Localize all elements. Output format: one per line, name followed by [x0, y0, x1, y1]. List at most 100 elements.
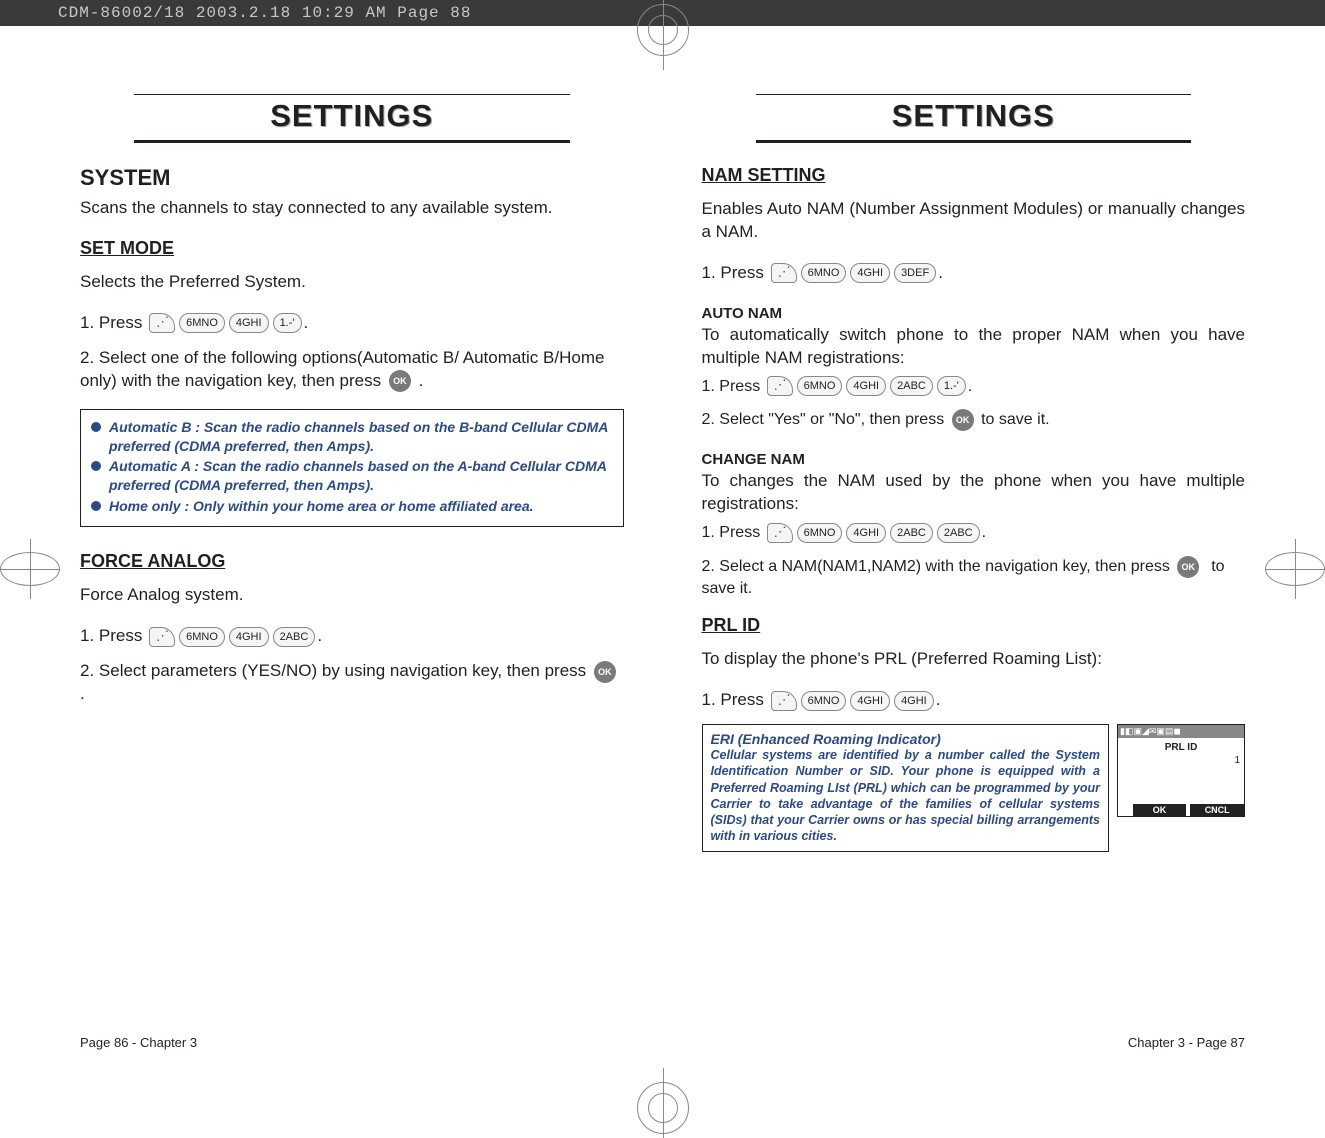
- force-step1: 1. Press 6MNO 4GHI 2ABC .: [80, 625, 624, 648]
- step-post: .: [968, 376, 972, 398]
- callout-label: Home only :: [109, 498, 189, 514]
- subheading-prl: PRL ID: [702, 615, 1246, 636]
- step-text: 2. Select a NAM(NAM1,NAM2) with the navi…: [702, 558, 1170, 575]
- screen-status-bar: ▮◧▣◢✉▣▤◼: [1118, 725, 1244, 738]
- menu-key-icon: [149, 313, 175, 333]
- softkey-gap: [1118, 804, 1129, 816]
- menu-key-icon: [149, 627, 175, 647]
- step-post: .: [317, 625, 322, 648]
- screen-title: PRL ID: [1122, 742, 1240, 753]
- subheading-force: FORCE ANALOG: [80, 551, 624, 572]
- softkey-cncl: CNCL: [1186, 804, 1244, 816]
- callout-label: Automatic B :: [109, 419, 200, 435]
- eri-body: Cellular systems are identified by a num…: [711, 747, 1101, 845]
- bullet-icon: [91, 501, 101, 511]
- page-right: SETTINGS NAM SETTING Enables Auto NAM (N…: [702, 90, 1246, 1050]
- prl-desc: To display the phone's PRL (Preferred Ro…: [702, 648, 1246, 671]
- key-1: 1.-': [273, 313, 302, 333]
- key-6: 6MNO: [797, 376, 843, 396]
- phone-screen-mock: ▮◧▣◢✉▣▤◼ PRL ID 1 OK CNCL: [1117, 724, 1245, 817]
- key-6: 6MNO: [801, 691, 847, 711]
- force-step2: 2. Select parameters (YES/NO) by using n…: [80, 660, 624, 706]
- key-4: 4GHI: [850, 691, 890, 711]
- screen-body: PRL ID 1: [1118, 738, 1244, 804]
- key-6: 6MNO: [179, 627, 225, 647]
- bullet-icon: [91, 422, 101, 432]
- prl-step1: 1. Press 6MNO 4GHI 4GHI .: [702, 689, 1246, 712]
- page-title-wrap: SETTINGS: [134, 98, 570, 143]
- step-post: .: [982, 522, 986, 544]
- key-1: 1.-': [937, 376, 966, 396]
- step-text: 2. Select parameters (YES/NO) by using n…: [80, 661, 586, 680]
- key-6: 6MNO: [801, 263, 847, 283]
- menu-key-icon: [767, 376, 793, 396]
- force-desc: Force Analog system.: [80, 584, 624, 607]
- key-2: 2ABC: [273, 627, 316, 647]
- key-4: 4GHI: [229, 313, 269, 333]
- key-4: 4GHI: [894, 691, 934, 711]
- step-post: .: [304, 312, 309, 335]
- ok-key-icon: OK: [594, 661, 616, 683]
- subheading-setmode: SET MODE: [80, 238, 624, 259]
- subheading-autonam: AUTO NAM: [702, 305, 1246, 322]
- step-text: 1. Press: [80, 625, 142, 648]
- page-title: SETTINGS: [756, 98, 1192, 134]
- setmode-step2: 2. Select one of the following options(A…: [80, 347, 624, 393]
- side-registration-right: [1265, 539, 1325, 599]
- callout-desc: Only within your home area or home affil…: [193, 498, 534, 514]
- screen-number: 1: [1122, 755, 1240, 766]
- section-heading-system: SYSTEM: [80, 165, 624, 191]
- changenam-step1: 1. Press 6MNO 4GHI 2ABC 2ABC .: [702, 522, 1246, 544]
- changenam-step2: 2. Select a NAM(NAM1,NAM2) with the navi…: [702, 556, 1246, 600]
- page-footer: Chapter 3 - Page 87: [702, 1035, 1246, 1050]
- callout-modes: Automatic B : Scan the radio channels ba…: [80, 409, 624, 527]
- key-4: 4GHI: [850, 263, 890, 283]
- ok-key-icon: OK: [1177, 556, 1199, 578]
- side-registration-left: [0, 539, 60, 599]
- eri-callout: ERI (Enhanced Roaming Indicator) Cellula…: [702, 724, 1110, 852]
- subheading-nam: NAM SETTING: [702, 165, 1246, 186]
- autonam-desc: To automatically switch phone to the pro…: [702, 324, 1246, 370]
- menu-key-icon: [767, 523, 793, 543]
- step-text: 1. Press: [702, 522, 761, 544]
- step-post: .: [80, 684, 85, 703]
- registration-line: [663, 0, 664, 70]
- status-icons: ▮◧▣◢✉▣▤◼: [1120, 726, 1181, 737]
- ok-key-icon: OK: [389, 370, 411, 392]
- step-post: .: [938, 262, 943, 285]
- page-left: SETTINGS SYSTEM Scans the channels to st…: [80, 90, 624, 1050]
- step-text: 1. Press: [702, 262, 764, 285]
- callout-label: Automatic A :: [109, 458, 199, 474]
- setmode-desc: Selects the Preferred System.: [80, 271, 624, 294]
- autonam-step2: 2. Select "Yes" or "No", then press OK t…: [702, 409, 1246, 431]
- step-text: 1. Press: [702, 689, 764, 712]
- page-footer: Page 86 - Chapter 3: [80, 1035, 624, 1050]
- key-3: 3DEF: [894, 263, 936, 283]
- key-6: 6MNO: [797, 523, 843, 543]
- softkey-ok: OK: [1129, 804, 1187, 816]
- menu-key-icon: [771, 691, 797, 711]
- setmode-step1: 1. Press 6MNO 4GHI 1.-' .: [80, 312, 624, 335]
- step-post: .: [936, 689, 941, 712]
- registration-line: [663, 1068, 664, 1138]
- step-post: to save it.: [981, 409, 1049, 431]
- step-text: 2. Select "Yes" or "No", then press: [702, 409, 945, 431]
- key-4: 4GHI: [846, 376, 886, 396]
- bullet-icon: [91, 461, 101, 471]
- eri-row: ERI (Enhanced Roaming Indicator) Cellula…: [702, 724, 1246, 852]
- screen-softkeys: OK CNCL: [1118, 804, 1244, 816]
- subheading-changenam: CHANGE NAM: [702, 451, 1246, 468]
- page-title-wrap: SETTINGS: [756, 98, 1192, 143]
- page-title: SETTINGS: [134, 98, 570, 134]
- key-2: 2ABC: [890, 376, 933, 396]
- changenam-desc: To changes the NAM used by the phone whe…: [702, 470, 1246, 516]
- key-2: 2ABC: [890, 523, 933, 543]
- step-text: 1. Press: [80, 312, 142, 335]
- key-2: 2ABC: [937, 523, 980, 543]
- step-post: .: [419, 371, 424, 390]
- step-text: 2. Select one of the following options(A…: [80, 348, 604, 390]
- key-6: 6MNO: [179, 313, 225, 333]
- key-4: 4GHI: [229, 627, 269, 647]
- eri-title: ERI (Enhanced Roaming Indicator): [711, 731, 1101, 747]
- page-spread: SETTINGS SYSTEM Scans the channels to st…: [80, 90, 1245, 1050]
